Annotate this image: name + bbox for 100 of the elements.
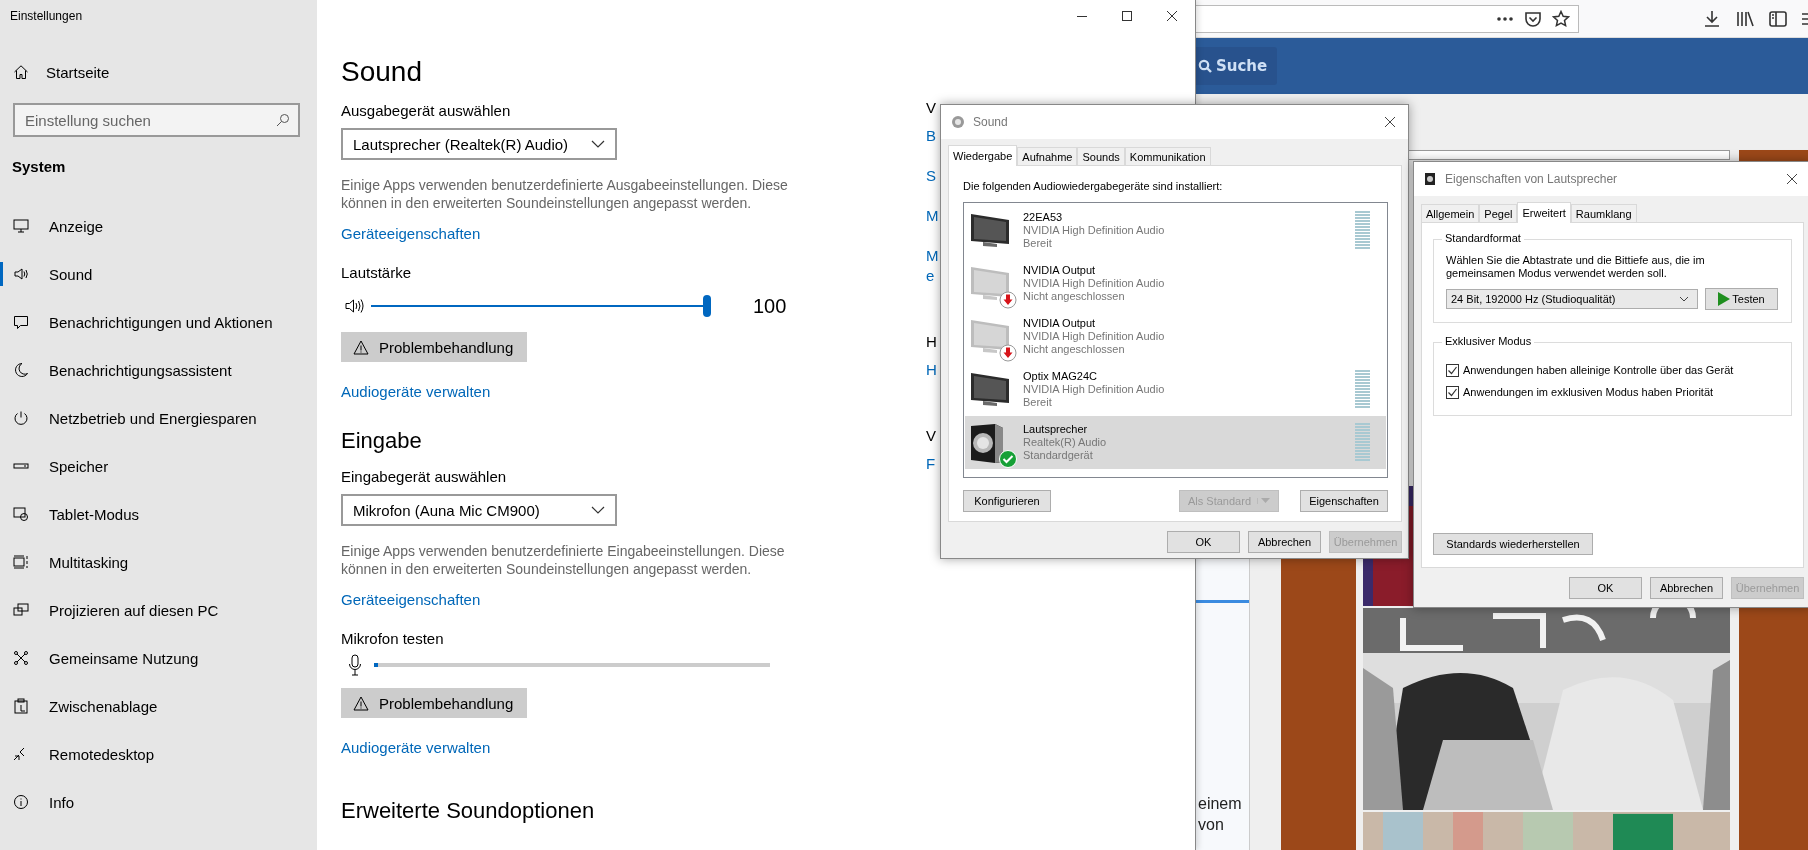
- troubleshoot-button[interactable]: Problembehandlung: [341, 688, 528, 718]
- field-label: Ausgabegerät auswählen: [341, 101, 511, 121]
- checkbox[interactable]: [1446, 363, 1459, 377]
- settings-link[interactable]: B: [926, 126, 940, 146]
- device-row[interactable]: Lautsprecher Realtek(R) Audio Standardgerät: [965, 416, 1386, 469]
- description-text: Einige Apps verwenden benutzerdefinierte Eingabeeinstellungen. Diese können in den erweiterten Soundeinstellungen angepasst werden.: [341, 542, 786, 578]
- sidebar-item[interactable]: Benachrichtigungen und Aktionen: [0, 298, 317, 346]
- section-heading: V: [926, 98, 937, 118]
- tab[interactable]: Kommunikation: [1124, 147, 1211, 165]
- device-driver: NVIDIA High Definition Audio: [1023, 330, 1165, 343]
- troubleshoot-button[interactable]: Problembehandlung: [341, 332, 528, 362]
- star-icon[interactable]: [1552, 9, 1570, 28]
- sidebar-item[interactable]: Anzeige: [0, 202, 317, 250]
- settings-link[interactable]: M e: [926, 246, 940, 286]
- speaker-icon: [1424, 172, 1437, 186]
- tab[interactable]: Wiedergabe: [948, 145, 1018, 166]
- field-label: Lautstärke: [341, 263, 412, 283]
- device-row[interactable]: 22EA53 NVIDIA High Definition Audio Bereit: [965, 204, 1386, 257]
- device-row[interactable]: NVIDIA Output NVIDIA High Definition Audio Nicht angeschlossen: [965, 310, 1386, 363]
- tab[interactable]: Pegel: [1479, 204, 1518, 222]
- tab[interactable]: Sounds: [1077, 147, 1125, 165]
- sidebar-item[interactable]: Zwischenablage: [0, 682, 317, 730]
- search-field[interactable]: Einstellung suchen: [13, 103, 300, 137]
- sidebar-item[interactable]: Benachrichtigungsassistent: [0, 346, 317, 394]
- tab[interactable]: Aufnahme: [1017, 147, 1078, 165]
- article-text: einem: [1197, 794, 1243, 814]
- device-status: Standardgerät: [1023, 449, 1094, 462]
- moon-icon: [13, 362, 29, 378]
- sidebar-item[interactable]: Netzbetrieb und Energiesparen: [0, 394, 317, 442]
- dialog-button[interactable]: OK: [1569, 577, 1642, 599]
- device-status: Nicht angeschlossen: [1023, 343, 1126, 356]
- settings-link[interactable]: M: [926, 206, 940, 226]
- volume-slider[interactable]: [371, 295, 711, 317]
- device-status: Nicht angeschlossen: [1023, 290, 1126, 303]
- slider-thumb[interactable]: [703, 295, 711, 317]
- power-icon: [13, 410, 29, 426]
- properties-link[interactable]: Geräteeigenschaften: [341, 590, 481, 610]
- chevron-down-icon: [1679, 296, 1689, 302]
- microphone-icon: [348, 654, 362, 676]
- home-icon: [13, 64, 29, 80]
- library-icon[interactable]: [1736, 10, 1754, 27]
- settings-link[interactable]: H: [926, 360, 940, 380]
- menu-icon[interactable]: [1802, 11, 1808, 26]
- test-button[interactable]: Testen: [1705, 288, 1778, 310]
- device-dropdown[interactable]: Mikrofon (Auna Mic CM900): [341, 494, 617, 526]
- dialog-button[interactable]: Konfigurieren: [963, 490, 1051, 512]
- sidebar-item[interactable]: Speicher: [0, 442, 317, 490]
- restore-defaults-button[interactable]: Standards wiederherstellen: [1433, 533, 1593, 555]
- device-status: Bereit: [1023, 237, 1053, 250]
- tablet-icon: [13, 506, 29, 522]
- format-dropdown[interactable]: 24 Bit, 192000 Hz (Studioqualität): [1446, 289, 1698, 309]
- close-icon[interactable]: [1384, 116, 1396, 128]
- window-title: Eigenschaften von Lautsprecher: [1445, 172, 1618, 186]
- device-dropdown[interactable]: Lautsprecher (Realtek(R) Audio): [341, 128, 617, 160]
- instruction-text: Die folgenden Audiowiedergabegeräte sind installiert:: [963, 179, 1224, 193]
- sidebar-item[interactable]: Projizieren auf diesen PC: [0, 586, 317, 634]
- shield-chevron-icon[interactable]: [1524, 9, 1542, 28]
- dialog-button[interactable]: Eigenschaften: [1300, 490, 1388, 512]
- sidebar-item[interactable]: Sound: [0, 250, 317, 298]
- tab[interactable]: Allgemein: [1421, 204, 1480, 222]
- close-icon[interactable]: [1786, 173, 1798, 185]
- close-icon[interactable]: [1166, 10, 1178, 22]
- chevron-down-icon: [591, 140, 605, 148]
- device-row[interactable]: NVIDIA Output NVIDIA High Definition Audio Nicht angeschlossen: [965, 257, 1386, 310]
- nodes-icon: [13, 650, 29, 666]
- download-icon[interactable]: [1703, 9, 1721, 28]
- tab[interactable]: Raumklang: [1570, 204, 1637, 222]
- device-name: Optix MAG24C: [1023, 370, 1098, 383]
- device-driver: NVIDIA High Definition Audio: [1023, 224, 1165, 237]
- volume-value: 100: [753, 294, 787, 318]
- settings-link[interactable]: F: [926, 454, 940, 474]
- field-label: Mikrofon testen: [341, 629, 444, 649]
- device-driver: NVIDIA High Definition Audio: [1023, 383, 1165, 396]
- manage-devices-link[interactable]: Audiogeräte verwalten: [341, 738, 491, 758]
- sidebar-item[interactable]: Info: [0, 778, 317, 826]
- manage-devices-link[interactable]: Audiogeräte verwalten: [341, 382, 491, 402]
- tab[interactable]: Erweitert: [1517, 202, 1571, 223]
- clipboard-icon: [13, 698, 29, 714]
- maximize-icon[interactable]: [1121, 10, 1133, 22]
- address-field[interactable]: [1196, 4, 1579, 33]
- dialog-button[interactable]: Abbrechen: [1650, 577, 1723, 599]
- sidebar-icon[interactable]: [1769, 10, 1787, 27]
- properties-link[interactable]: Geräteeigenschaften: [341, 224, 481, 244]
- device-driver: NVIDIA High Definition Audio: [1023, 277, 1165, 290]
- group-title: Exklusiver Modus: [1442, 335, 1535, 347]
- more-icon[interactable]: [1496, 15, 1514, 22]
- info-icon: [13, 794, 29, 810]
- sidebar-item[interactable]: Tablet-Modus: [0, 490, 317, 538]
- dialog-button[interactable]: OK: [1167, 531, 1240, 553]
- article-text: von: [1197, 815, 1225, 835]
- sidebar-item[interactable]: Remotedesktop: [0, 730, 317, 778]
- settings-link[interactable]: S: [926, 166, 940, 186]
- checkbox[interactable]: [1446, 385, 1459, 399]
- sidebar-item[interactable]: Multitasking: [0, 538, 317, 586]
- device-row[interactable]: Optix MAG24C NVIDIA High Definition Audio Bereit: [965, 363, 1386, 416]
- dialog-button[interactable]: Abbrechen: [1248, 531, 1321, 553]
- sidebar-item[interactable]: Gemeinsame Nutzung: [0, 634, 317, 682]
- home-link[interactable]: Startseite: [0, 48, 317, 96]
- speaker-icon: [969, 421, 1005, 464]
- search-button[interactable]: Suche: [1196, 47, 1278, 85]
